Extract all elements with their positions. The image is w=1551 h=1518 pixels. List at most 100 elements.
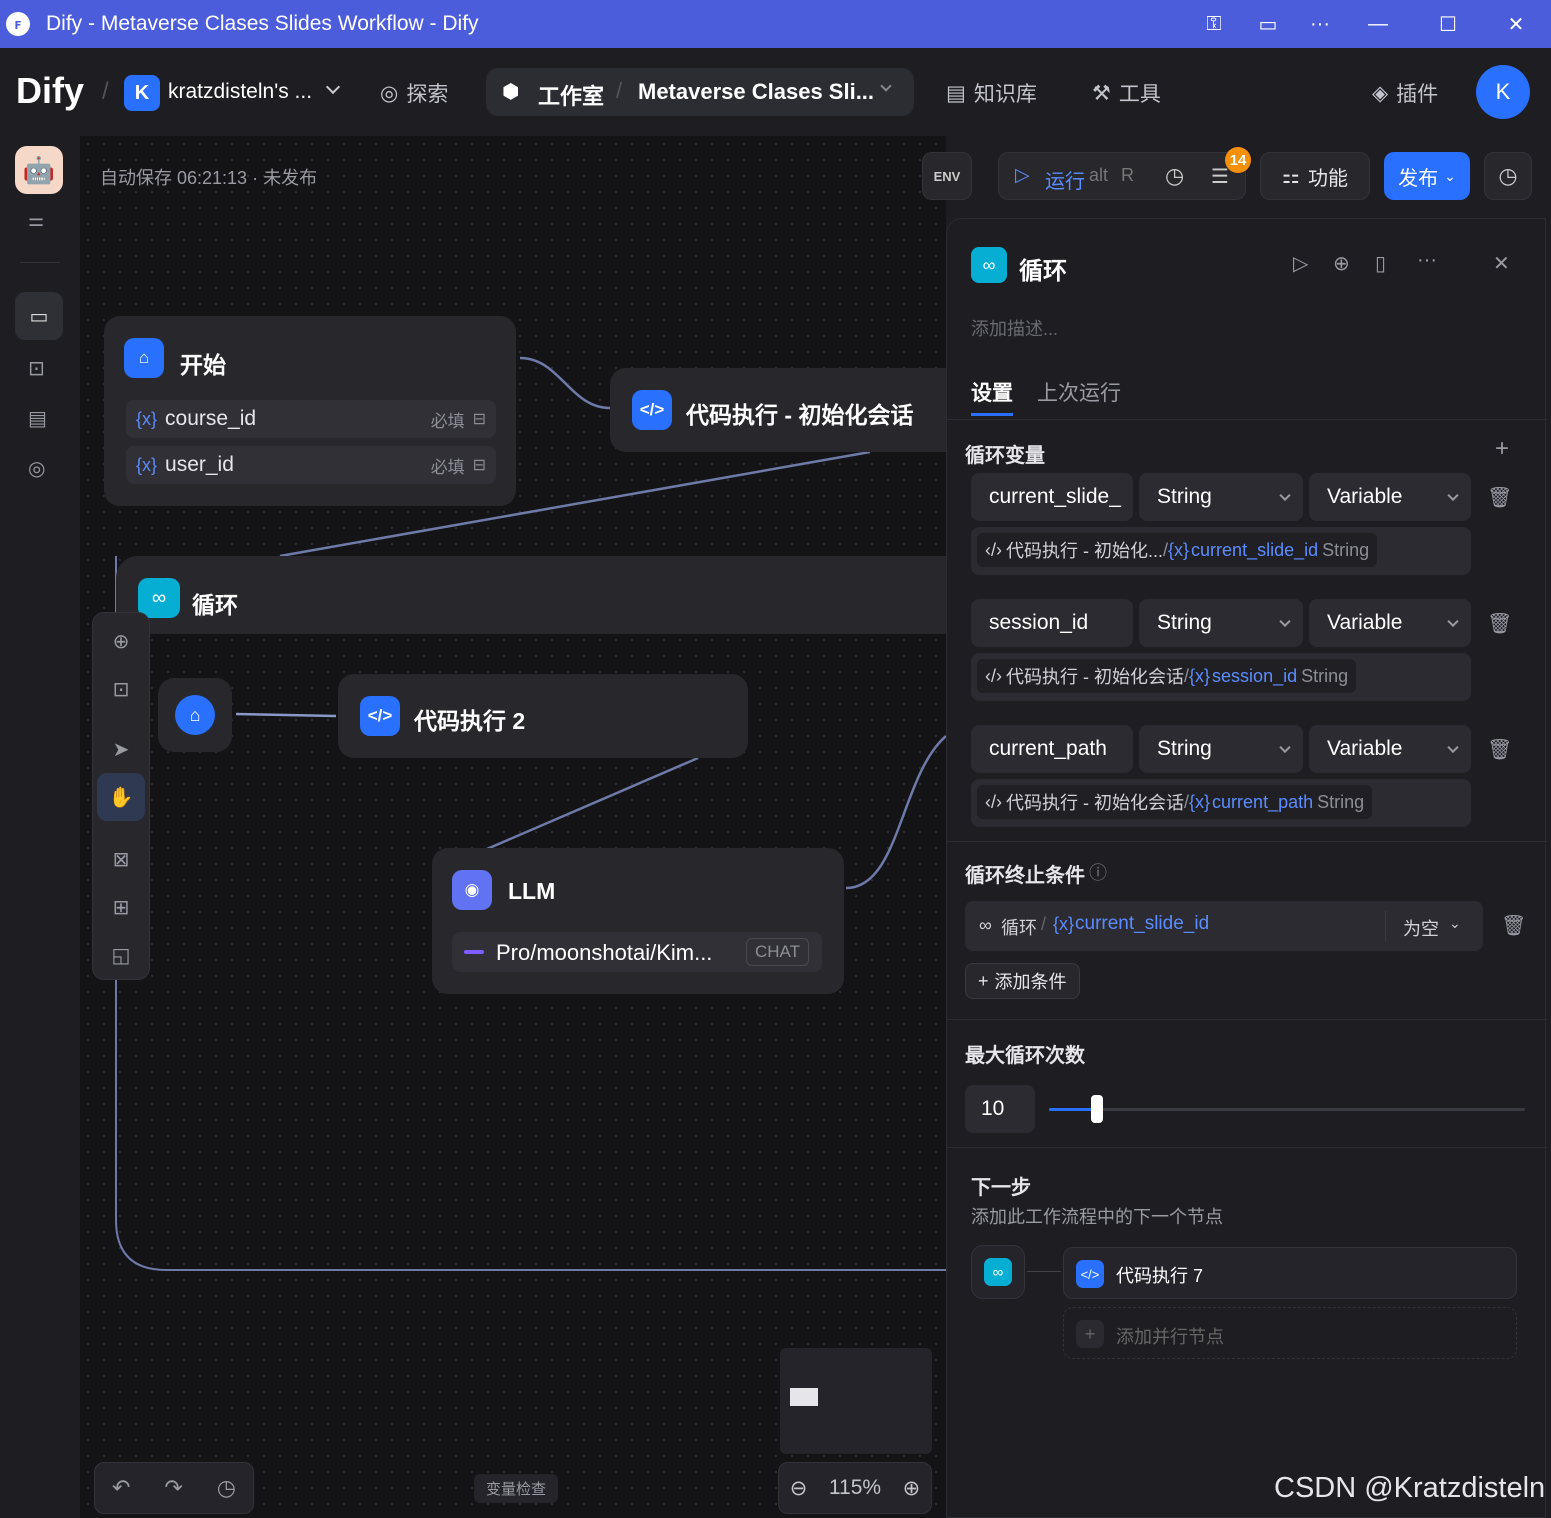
pointer-icon[interactable]: ➤ <box>97 725 145 773</box>
brand-logo[interactable]: Dify <box>16 70 84 112</box>
loop-var-name-input[interactable]: current_slide_ <box>971 473 1133 521</box>
loop-var-type-select[interactable]: String <box>1139 473 1303 521</box>
help-icon[interactable]: ⊕ <box>1333 251 1350 276</box>
code-icon: ‹/› <box>985 791 1002 812</box>
close-panel-icon[interactable]: ✕ <box>1493 251 1510 276</box>
add-node-icon[interactable]: ⊕ <box>97 617 145 665</box>
delete-icon[interactable]: 🗑 <box>1501 913 1526 938</box>
loop-start-node[interactable]: ⌂ <box>158 678 232 752</box>
nav-explore[interactable]: ◎ 探索 <box>380 78 448 108</box>
tab-last-run[interactable]: 上次运行 <box>1037 377 1121 407</box>
features-button[interactable]: ⚏ 功能 <box>1260 152 1370 200</box>
more-icon[interactable]: ··· <box>1300 8 1340 40</box>
add-loop-var-icon[interactable]: + <box>1495 435 1509 463</box>
history-icon[interactable]: ◷ <box>217 1475 236 1501</box>
settings-sliders-icon[interactable]: ⚌ <box>28 210 44 231</box>
zoom-out-icon[interactable]: ⊖ <box>790 1476 808 1501</box>
loop-var-mode-select[interactable]: Variable <box>1309 473 1471 521</box>
delete-icon[interactable]: 🗑 <box>1487 485 1512 510</box>
env-button[interactable]: ENV <box>922 152 972 200</box>
checklist-icon[interactable]: ☰ <box>1211 164 1229 189</box>
loop-var-source[interactable]: ‹/› 代码执行 - 初始化... / {x} current_slide_id… <box>971 527 1471 575</box>
run-history-icon[interactable]: ◷ <box>1165 163 1184 189</box>
api-icon[interactable]: ⊡ <box>28 356 45 381</box>
nav-knowledge[interactable]: ▤ 知识库 <box>946 78 1037 108</box>
slider-thumb[interactable] <box>1091 1095 1103 1123</box>
start-node[interactable]: ⌂ 开始 {x} course_id 必填 ⊟ {x} user_id 必填 ⊟ <box>104 316 516 506</box>
play-icon[interactable]: ▷ <box>1015 164 1030 187</box>
condition-row[interactable]: ∞ 循环 / {x} current_slide_id 为空 ⌄ <box>965 901 1483 951</box>
code2-node[interactable]: </> 代码执行 2 <box>338 674 748 758</box>
redo-icon[interactable]: ↷ <box>164 1475 182 1501</box>
loop-var-name-input[interactable]: session_id <box>971 599 1133 647</box>
cast-icon[interactable]: ▭ <box>1248 8 1288 40</box>
window-titlebar: ꜰ Dify - Metaverse Clases Slides Workflo… <box>0 0 1551 48</box>
loop-var-type-select[interactable]: String <box>1139 725 1303 773</box>
export-image-icon[interactable]: ⊠ <box>97 835 145 883</box>
panel-title[interactable]: 循环 <box>1019 251 1067 286</box>
minimap[interactable] <box>780 1348 932 1454</box>
chevron-down-icon[interactable] <box>880 80 892 92</box>
code-icon: ‹/› <box>985 539 1002 560</box>
close-icon[interactable]: ✕ <box>1496 8 1536 40</box>
loop-var-name-input[interactable]: current_path <box>971 725 1133 773</box>
loop-var-type-select[interactable]: String <box>1139 599 1303 647</box>
workspace-avatar[interactable]: K <box>124 75 160 111</box>
loop-node-header[interactable]: ∞ 循环 <box>116 556 946 634</box>
workspace-name[interactable]: kratzdisteln's ... <box>168 80 312 104</box>
add-condition-button[interactable]: + 添加条件 <box>965 963 1080 999</box>
run-step-icon[interactable]: ▷ <box>1293 251 1308 276</box>
user-avatar[interactable]: K <box>1476 65 1530 119</box>
fit-view-icon[interactable]: ◱ <box>97 931 145 979</box>
undo-icon[interactable]: ↶ <box>112 1475 130 1501</box>
more-icon[interactable]: ··· <box>1417 249 1437 272</box>
minimize-icon[interactable]: — <box>1358 8 1398 40</box>
loop-var-source[interactable]: ‹/› 代码执行 - 初始化会话 / {x} session_id String <box>971 653 1471 701</box>
max-iterations-slider[interactable] <box>1049 1095 1525 1123</box>
description-placeholder[interactable]: 添加描述... <box>971 315 1058 341</box>
loop-var-source[interactable]: ‹/› 代码执行 - 初始化会话 / {x} current_path Stri… <box>971 779 1471 827</box>
docs-icon[interactable]: ▯ <box>1375 251 1386 276</box>
delete-icon[interactable]: 🗑 <box>1487 737 1512 762</box>
condition-operator[interactable]: 为空 <box>1403 915 1439 941</box>
monitor-icon[interactable]: ◎ <box>28 456 45 481</box>
max-iterations-input[interactable]: 10 <box>965 1085 1035 1133</box>
publish-button[interactable]: 发布 ⌄ <box>1384 152 1470 200</box>
logs-icon[interactable]: ▤ <box>28 406 47 431</box>
condition-var-name: current_slide_id <box>1075 913 1210 934</box>
nav-plugins[interactable]: ◈ 插件 <box>1372 78 1438 108</box>
add-parallel-node-button[interactable]: + 添加并行节点 <box>1063 1307 1517 1359</box>
loop-var-mode-select[interactable]: Variable <box>1309 725 1471 773</box>
condition-node-name: 循环 <box>1001 918 1037 938</box>
app-name[interactable]: Metaverse Clases Sli... <box>638 79 874 105</box>
nav-studio-label[interactable]: 工作室 <box>538 79 604 111</box>
var-inspect-button[interactable]: 变量检查 <box>474 1474 559 1503</box>
start-var-name: user_id <box>165 453 234 476</box>
nav-tools[interactable]: ⚒ 工具 <box>1092 78 1161 108</box>
nav-studio-pill[interactable]: ⬢ 工作室 / Metaverse Clases Sli... <box>486 68 914 116</box>
run-button[interactable]: 运行 <box>1045 165 1085 194</box>
help-circle-icon[interactable]: ⓘ <box>1089 859 1107 885</box>
key-icon[interactable]: ⚿ <box>1194 8 1234 40</box>
next-node-item[interactable]: </> 代码执行 7 <box>1063 1247 1517 1299</box>
app-icon[interactable]: 🤖 <box>15 146 63 194</box>
zoom-level[interactable]: 115% <box>829 1476 881 1500</box>
orchestrate-icon[interactable]: ▭ <box>15 292 63 340</box>
llm-model-row[interactable]: Pro/moonshotai/Kim... CHAT <box>452 932 822 972</box>
add-parallel-label: 添加并行节点 <box>1116 1327 1224 1347</box>
start-var-row[interactable]: {x} course_id 必填 ⊟ <box>126 400 496 438</box>
add-note-icon[interactable]: ⊡ <box>97 665 145 713</box>
chevron-down-icon[interactable] <box>325 79 341 95</box>
llm-node[interactable]: ◉ LLM Pro/moonshotai/Kim... CHAT <box>432 848 844 994</box>
hand-icon[interactable]: ✋ <box>97 773 145 821</box>
workflow-canvas[interactable]: ⌂ 开始 {x} course_id 必填 ⊟ {x} user_id 必填 ⊟… <box>80 136 946 1518</box>
tab-settings[interactable]: 设置 <box>971 377 1013 407</box>
delete-icon[interactable]: 🗑 <box>1487 611 1512 636</box>
maximize-icon[interactable]: ☐ <box>1428 8 1468 40</box>
version-history-icon[interactable]: ◷ <box>1484 152 1532 200</box>
start-var-row[interactable]: {x} user_id 必填 ⊟ <box>126 446 496 484</box>
code-init-node[interactable]: </> 代码执行 - 初始化会话 <box>610 368 946 452</box>
loop-var-mode-select[interactable]: Variable <box>1309 599 1471 647</box>
zoom-in-icon[interactable]: ⊕ <box>903 1476 921 1501</box>
organize-icon[interactable]: ⊞ <box>97 883 145 931</box>
